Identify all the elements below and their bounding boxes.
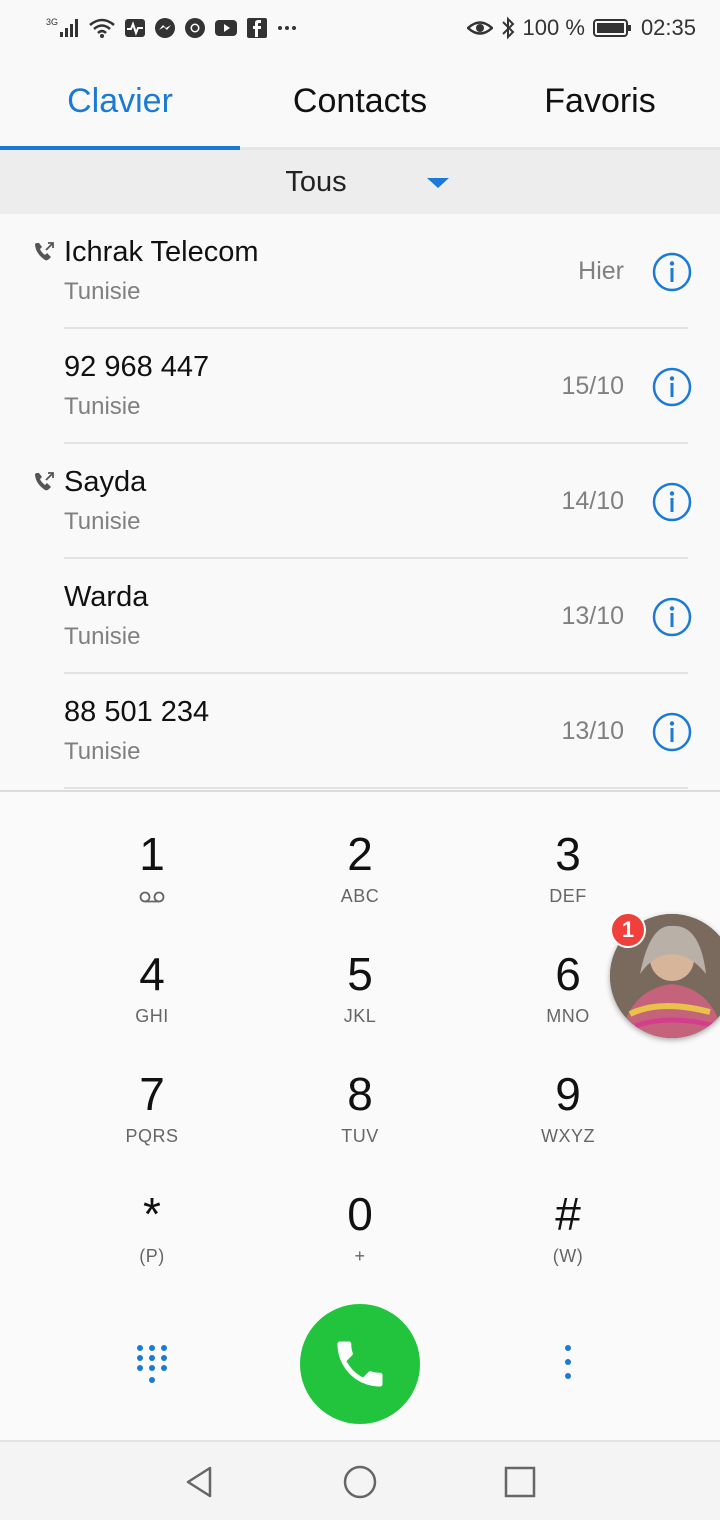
call-country: Tunisie — [64, 393, 141, 420]
key-letters: TUV — [341, 1126, 379, 1146]
info-icon[interactable] — [652, 252, 692, 292]
call-date: 14/10 — [561, 487, 624, 515]
filter-label: Tous — [285, 165, 347, 198]
tab-clavier[interactable]: Clavier — [0, 56, 240, 150]
call-log-row[interactable]: Warda Tunisie 13/10 — [0, 559, 720, 674]
key-letters: ABC — [340, 886, 380, 906]
outgoing-call-icon — [35, 242, 54, 261]
key-letters: JKL — [343, 1006, 377, 1026]
key-digit: 0 — [347, 1188, 373, 1240]
facebook-icon — [246, 16, 268, 40]
call-button[interactable] — [300, 1304, 420, 1424]
more-options-icon[interactable] — [560, 1340, 576, 1388]
call-name: Warda — [64, 581, 149, 613]
eye-icon — [466, 16, 493, 40]
home-icon[interactable] — [342, 1464, 378, 1500]
signal-icon: 3G — [46, 16, 80, 40]
info-icon[interactable] — [652, 367, 692, 407]
dial-key-0[interactable]: 0 + — [280, 1152, 440, 1266]
voicemail-icon — [72, 890, 232, 904]
call-country: Tunisie — [64, 738, 141, 765]
row-divider — [64, 787, 688, 789]
back-icon[interactable] — [182, 1464, 218, 1500]
dial-key-7[interactable]: 7 PQRS — [72, 1032, 232, 1146]
dial-key-1[interactable]: 1 — [72, 792, 232, 904]
key-digit: 2 — [347, 828, 373, 880]
dial-key-star[interactable]: * (P) — [72, 1152, 232, 1266]
call-date: 13/10 — [561, 602, 624, 630]
key-digit: 5 — [347, 948, 373, 1000]
more-dots-icon — [276, 16, 298, 40]
info-icon[interactable] — [652, 712, 692, 752]
dial-key-hash[interactable]: # (W) — [488, 1152, 648, 1266]
svg-text:3G: 3G — [46, 17, 58, 27]
key-digit: # — [555, 1188, 581, 1240]
wifi-icon — [88, 16, 116, 40]
call-name: Sayda — [64, 466, 147, 498]
call-country: Tunisie — [64, 508, 141, 535]
chrome-icon — [184, 16, 206, 40]
key-digit: 3 — [555, 828, 581, 880]
key-letters: PQRS — [125, 1126, 179, 1146]
battery-percent: 100 % — [522, 15, 585, 40]
tab-bar: Clavier Contacts Favoris — [0, 56, 720, 150]
status-bar-left: 3G — [46, 16, 298, 40]
tab-favoris[interactable]: Favoris — [480, 56, 720, 147]
clock: 02:35 — [640, 15, 696, 40]
dial-key-4[interactable]: 4 GHI — [72, 912, 232, 1026]
recents-icon[interactable] — [502, 1464, 538, 1500]
youtube-icon — [214, 16, 238, 40]
notification-badge: 1 — [610, 912, 646, 948]
navigation-bar — [0, 1440, 720, 1520]
info-icon[interactable] — [652, 482, 692, 522]
dial-key-2[interactable]: 2 ABC — [280, 792, 440, 906]
dial-key-5[interactable]: 5 JKL — [280, 912, 440, 1026]
call-date: Hier — [578, 257, 624, 285]
key-digit: 8 — [347, 1068, 373, 1120]
key-digit: 7 — [139, 1068, 165, 1120]
messenger-icon — [154, 16, 176, 40]
call-date: 13/10 — [561, 717, 624, 745]
call-log-row[interactable]: 92 968 447 Tunisie 15/10 — [0, 329, 720, 444]
phone-icon — [337, 1341, 383, 1387]
outgoing-call-icon — [35, 472, 54, 491]
status-bar: 3G 100 % 02:35 — [0, 0, 720, 56]
activity-icon — [124, 16, 146, 40]
call-log-row[interactable]: Ichrak Telecom Tunisie Hier — [0, 214, 720, 329]
key-letters: DEF — [549, 886, 587, 906]
battery-icon — [592, 16, 633, 40]
info-icon[interactable] — [652, 597, 692, 637]
dial-key-8[interactable]: 8 TUV — [280, 1032, 440, 1146]
status-bar-right: 100 % 02:35 — [466, 15, 696, 41]
key-digit: 1 — [139, 828, 165, 880]
call-date: 15/10 — [561, 372, 624, 400]
call-name: 88 501 234 — [64, 696, 210, 728]
key-letters: (P) — [139, 1246, 165, 1266]
key-letters: WXYZ — [541, 1126, 595, 1146]
call-log-list: Ichrak Telecom Tunisie Hier 92 968 447 T… — [0, 214, 720, 790]
call-country: Tunisie — [64, 623, 141, 650]
dial-key-3[interactable]: 3 DEF — [488, 792, 648, 906]
caret-down-icon — [427, 178, 449, 188]
dialpad-toggle-icon[interactable] — [132, 1340, 172, 1388]
key-digit: 9 — [555, 1068, 581, 1120]
call-country: Tunisie — [64, 278, 141, 305]
call-log-row[interactable]: 88 501 234 Tunisie 13/10 — [0, 674, 720, 789]
key-letters: GHI — [135, 1006, 169, 1026]
key-digit: * — [143, 1188, 161, 1240]
bluetooth-icon — [501, 16, 515, 40]
key-letters: (W) — [552, 1246, 584, 1266]
tab-contacts[interactable]: Contacts — [240, 56, 480, 147]
key-letters: + — [354, 1246, 366, 1266]
call-name: 92 968 447 — [64, 351, 210, 383]
call-filter-dropdown[interactable]: Tous — [0, 150, 720, 214]
dial-key-9[interactable]: 9 WXYZ — [488, 1032, 648, 1146]
key-digit: 4 — [139, 948, 165, 1000]
call-name: Ichrak Telecom — [64, 236, 259, 268]
call-log-row[interactable]: Sayda Tunisie 14/10 — [0, 444, 720, 559]
